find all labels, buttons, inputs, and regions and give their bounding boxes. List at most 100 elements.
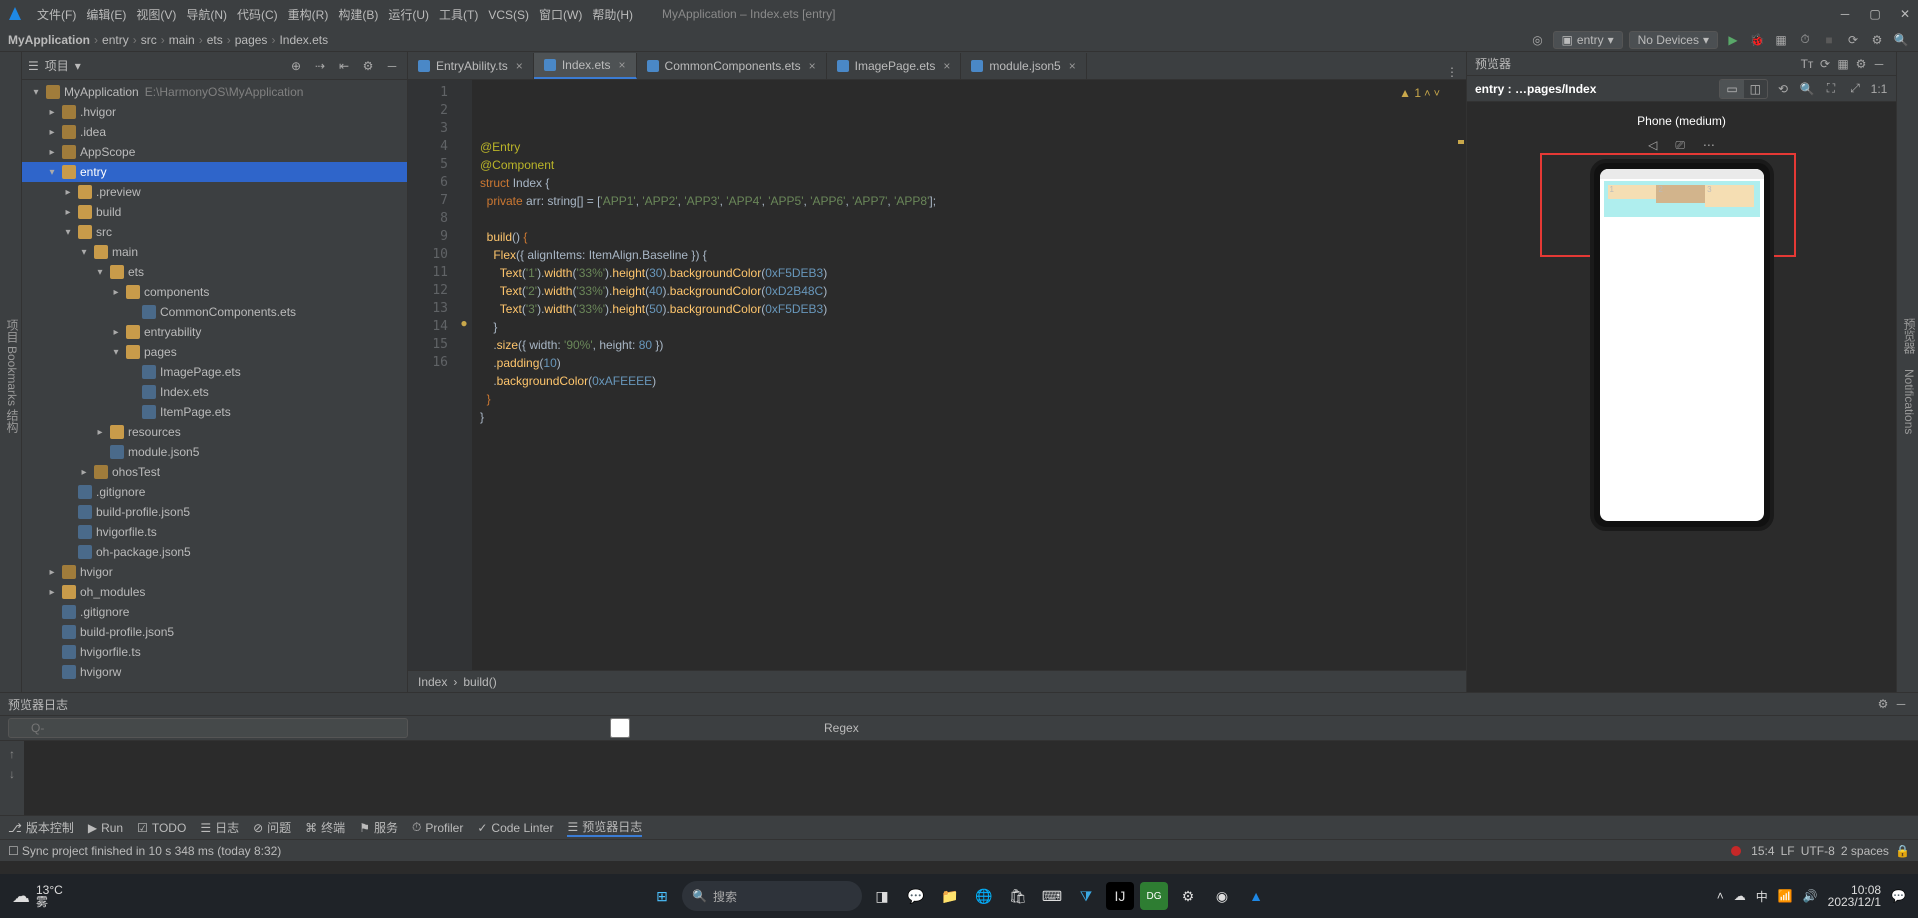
- fullscreen-icon[interactable]: ⤢: [1846, 80, 1864, 98]
- run-config-selector[interactable]: ▣ entry ▾: [1553, 31, 1623, 49]
- coverage-button[interactable]: ▦: [1772, 31, 1790, 49]
- tree-node[interactable]: module.json5: [22, 442, 407, 462]
- error-indicator-icon[interactable]: [1731, 846, 1741, 856]
- bottom-tool[interactable]: ⚑服务: [359, 819, 398, 836]
- breadcrumb-item[interactable]: ets: [207, 33, 223, 47]
- breadcrumb-item[interactable]: MyApplication: [8, 33, 90, 47]
- tree-node[interactable]: ▸components: [22, 282, 407, 302]
- tree-node[interactable]: ▸build: [22, 202, 407, 222]
- close-tab-icon[interactable]: ×: [1069, 59, 1076, 73]
- project-panel-title[interactable]: 项目: [45, 57, 69, 74]
- bottom-tool[interactable]: ☰预览器日志: [567, 818, 642, 837]
- breadcrumb[interactable]: MyApplication›entry›src›main›ets›pages›I…: [8, 33, 328, 47]
- select-open-file-icon[interactable]: ⊕: [287, 57, 305, 75]
- chevron-down-icon[interactable]: ▾: [75, 59, 81, 73]
- tree-node[interactable]: hvigorw: [22, 662, 407, 682]
- tree-node[interactable]: ▸resources: [22, 422, 407, 442]
- menu-item[interactable]: 导航(N): [181, 8, 232, 22]
- target-icon[interactable]: ◎: [1529, 31, 1547, 49]
- panel-settings-icon[interactable]: ⚙: [359, 57, 377, 75]
- maximize-button[interactable]: ▢: [1868, 7, 1882, 21]
- tree-node[interactable]: ▸ohosTest: [22, 462, 407, 482]
- taskbar-search[interactable]: 🔍 搜索: [682, 881, 862, 911]
- menu-item[interactable]: 帮助(H): [587, 8, 638, 22]
- log-settings-icon[interactable]: ⚙: [1874, 695, 1892, 713]
- wifi-icon[interactable]: 📶: [1778, 889, 1793, 903]
- menu-item[interactable]: 窗口(W): [534, 8, 587, 22]
- tree-node[interactable]: build-profile.json5: [22, 502, 407, 522]
- terminal-icon[interactable]: ⌨: [1038, 882, 1066, 910]
- explorer-icon[interactable]: 📁: [936, 882, 964, 910]
- tree-node[interactable]: ▾entry: [22, 162, 407, 182]
- breadcrumb-item[interactable]: main: [169, 33, 195, 47]
- tree-node[interactable]: .gitignore: [22, 602, 407, 622]
- deveco-icon[interactable]: ▲: [1242, 882, 1270, 910]
- preview-settings-icon[interactable]: ⚙: [1852, 55, 1870, 73]
- more-icon[interactable]: ⋯: [1703, 138, 1715, 153]
- bottom-tool[interactable]: ⏱Profiler: [412, 820, 463, 835]
- refresh-icon[interactable]: ⟳: [1816, 55, 1834, 73]
- settings-icon[interactable]: ⚙: [1174, 882, 1202, 910]
- stop-button[interactable]: ■: [1820, 31, 1838, 49]
- expand-icon[interactable]: ⛶: [1822, 80, 1840, 98]
- filter-icon[interactable]: ▦: [1834, 55, 1852, 73]
- menu-item[interactable]: 重构(R): [283, 8, 334, 22]
- expand-all-icon[interactable]: ⇢: [311, 57, 329, 75]
- up-icon[interactable]: ↑: [9, 747, 15, 761]
- ratio-icon[interactable]: 1:1: [1870, 80, 1888, 98]
- text-icon[interactable]: Tᴛ: [1798, 55, 1816, 73]
- editor-tab[interactable]: EntryAbility.ts×: [408, 53, 534, 79]
- bottom-tool[interactable]: ☑TODO: [137, 821, 186, 835]
- crumb-struct[interactable]: Index: [418, 675, 447, 689]
- tree-node[interactable]: hvigorfile.ts: [22, 642, 407, 662]
- tree-node[interactable]: Index.ets: [22, 382, 407, 402]
- vscode-icon[interactable]: ⧩: [1072, 882, 1100, 910]
- tree-node[interactable]: ▾src: [22, 222, 407, 242]
- tray-expand-icon[interactable]: ˄: [1717, 889, 1724, 903]
- tree-node[interactable]: oh-package.json5: [22, 542, 407, 562]
- start-button[interactable]: ⊞: [648, 882, 676, 910]
- tree-node[interactable]: ▸.preview: [22, 182, 407, 202]
- tree-node[interactable]: .gitignore: [22, 482, 407, 502]
- menu-item[interactable]: 代码(C): [232, 8, 283, 22]
- hide-panel-icon[interactable]: ─: [383, 57, 401, 75]
- inspection-badge[interactable]: ▲ 1 ˄ ˅: [1399, 86, 1440, 100]
- tree-node[interactable]: ▸hvigor: [22, 562, 407, 582]
- tree-node[interactable]: ImagePage.ets: [22, 362, 407, 382]
- regex-checkbox[interactable]: Regex: [420, 718, 859, 738]
- tree-node[interactable]: ▸oh_modules: [22, 582, 407, 602]
- seg-split[interactable]: ◫: [1744, 80, 1767, 98]
- down-icon[interactable]: ↓: [9, 767, 15, 781]
- split-icon[interactable]: ⎚: [1675, 138, 1685, 153]
- idea-icon[interactable]: IJ: [1106, 882, 1134, 910]
- profile-button[interactable]: ⏱: [1796, 31, 1814, 49]
- code-editor[interactable]: 12345678910111213141516 ● @Entry@Compone…: [408, 80, 1466, 670]
- breadcrumb-item[interactable]: pages: [235, 33, 268, 47]
- close-tab-icon[interactable]: ×: [516, 59, 523, 73]
- tree-node[interactable]: ▾main: [22, 242, 407, 262]
- rotate-icon[interactable]: ⟲: [1774, 80, 1792, 98]
- hide-preview-icon[interactable]: ─: [1870, 55, 1888, 73]
- breadcrumb-item[interactable]: Index.ets: [279, 33, 328, 47]
- close-tab-icon[interactable]: ×: [619, 58, 626, 72]
- log-content[interactable]: [24, 741, 1918, 815]
- close-button[interactable]: ✕: [1898, 7, 1912, 21]
- phone-screen[interactable]: 1 2 3: [1600, 169, 1764, 521]
- editor-tab[interactable]: CommonComponents.ets×: [637, 53, 827, 79]
- device-selector[interactable]: No Devices ▾: [1629, 31, 1718, 49]
- settings-icon[interactable]: ⚙: [1868, 31, 1886, 49]
- widgets-icon[interactable]: 💬: [902, 882, 930, 910]
- minimize-button[interactable]: ─: [1838, 7, 1852, 21]
- lock-icon[interactable]: 🔒: [1895, 844, 1910, 858]
- tree-node[interactable]: hvigorfile.ts: [22, 522, 407, 542]
- debug-button[interactable]: 🐞: [1748, 31, 1766, 49]
- tabs-more-icon[interactable]: ⋮: [1438, 65, 1466, 79]
- indent-setting[interactable]: 2 spaces: [1841, 844, 1889, 858]
- collapse-all-icon[interactable]: ⇤: [335, 57, 353, 75]
- bottom-tool[interactable]: ✓Code Linter: [477, 821, 553, 835]
- weather-widget[interactable]: ☁ 13°C 雾: [12, 884, 63, 908]
- store-icon[interactable]: 🛍: [1004, 882, 1032, 910]
- tree-node[interactable]: ▸.hvigor: [22, 102, 407, 122]
- close-tab-icon[interactable]: ×: [943, 59, 950, 73]
- bottom-tool[interactable]: ▶Run: [88, 821, 123, 835]
